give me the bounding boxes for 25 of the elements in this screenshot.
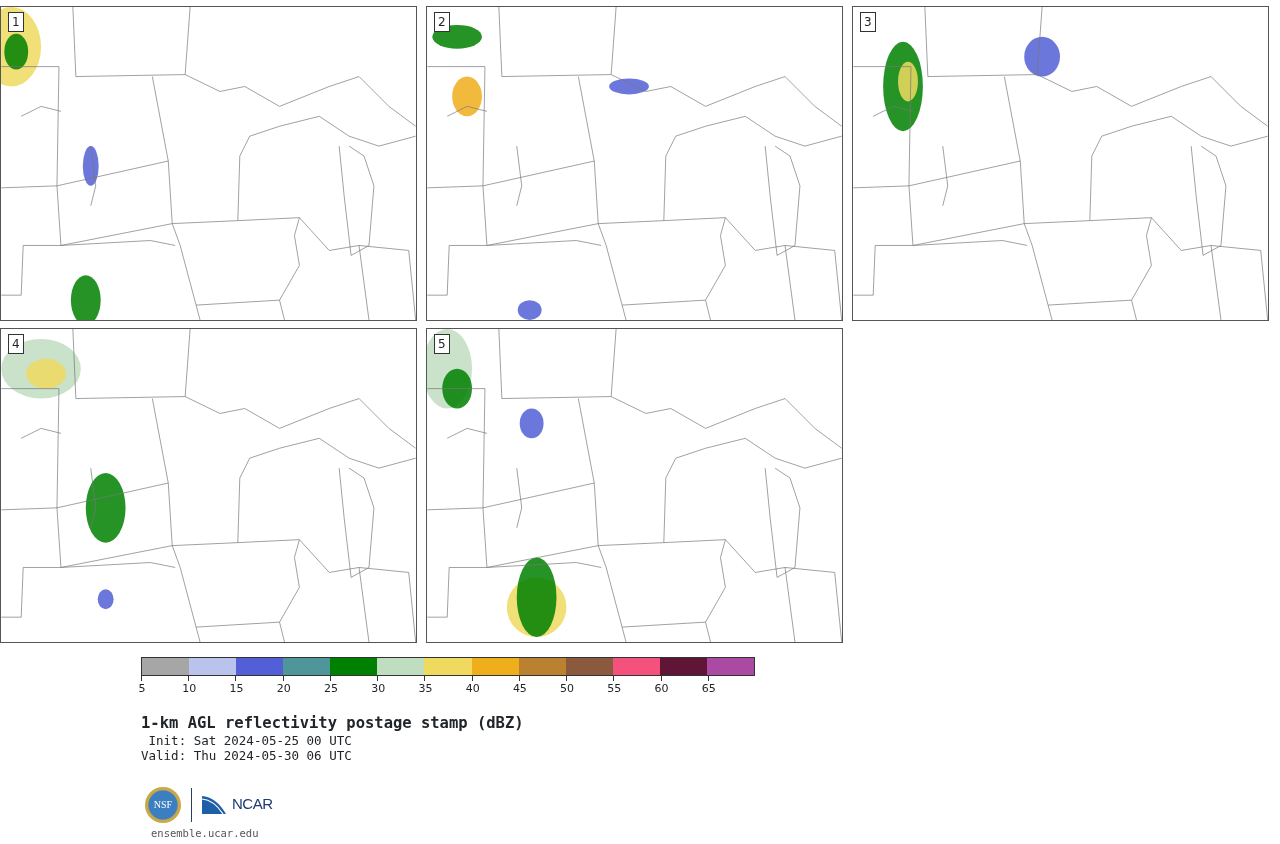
tick-label: 65: [701, 681, 716, 697]
website-url: ensemble.ucar.edu: [151, 825, 260, 841]
ncar-mark-icon: [202, 795, 226, 814]
tick-label: 5: [138, 681, 146, 697]
ncar-logo-text: NCAR: [232, 794, 273, 815]
panel-number: 2: [434, 12, 450, 32]
tick-label: 10: [182, 681, 197, 697]
tick-label: 25: [323, 681, 338, 697]
init-time: Init: Sat 2024-05-25 00 UTC: [147, 732, 353, 748]
tick-label: 15: [229, 681, 244, 697]
tick-label: 45: [512, 681, 527, 697]
panel-number: 5: [434, 334, 450, 354]
nsf-logo: NSF: [145, 786, 181, 823]
tick-label: 50: [560, 681, 575, 697]
tick-label: 35: [418, 681, 433, 697]
panel-number: 1: [8, 12, 24, 32]
tick-label: 60: [654, 681, 669, 697]
panel-number: 4: [8, 334, 24, 354]
valid-time: Valid: Thu 2024-05-30 06 UTC: [141, 747, 353, 763]
tick-label: 30: [371, 681, 386, 697]
tick-label: 55: [607, 681, 622, 697]
chart-title: 1-km AGL reflectivity postage stamp (dBZ): [141, 714, 525, 733]
tick-label: 20: [276, 681, 291, 697]
panel-number: 3: [860, 12, 876, 32]
tick-label: 40: [465, 681, 480, 697]
